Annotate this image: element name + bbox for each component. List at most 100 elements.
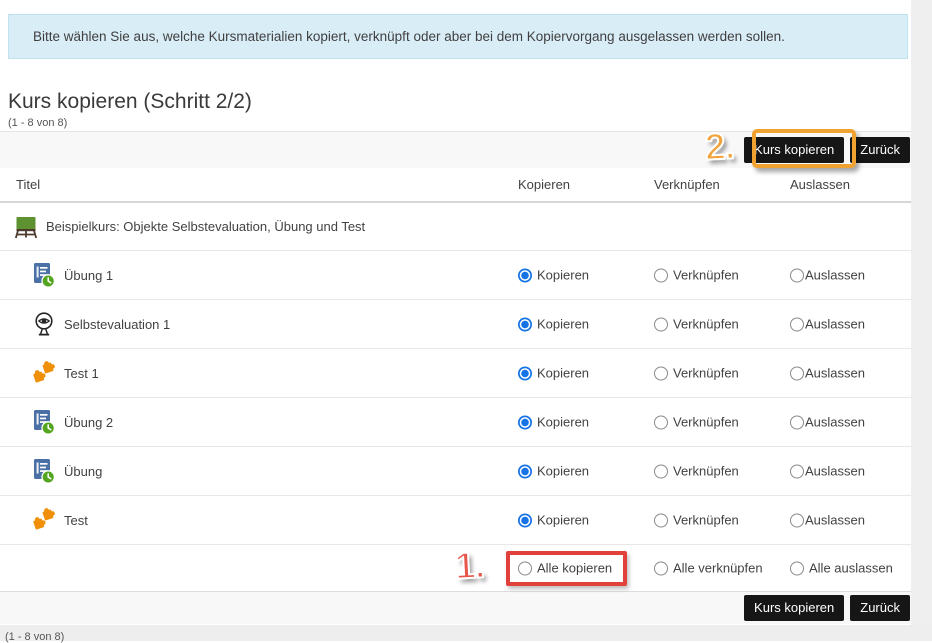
link-option[interactable]: Verknüpfen (654, 366, 739, 381)
pagination-range-bottom: (1 - 8 von 8) (5, 631, 64, 643)
copy-radio[interactable] (518, 464, 532, 478)
omit-radio[interactable] (790, 415, 804, 429)
back-button-bottom[interactable]: Zurück (850, 595, 910, 621)
copy-radio[interactable] (518, 317, 532, 331)
all-copy-label: Alle kopieren (537, 561, 612, 576)
link-option[interactable]: Verknüpfen (654, 415, 739, 430)
test-icon (32, 360, 56, 386)
omit-option-label: Auslassen (805, 317, 865, 332)
exercise-icon (32, 409, 56, 435)
link-option-label: Verknüpfen (673, 268, 739, 283)
copy-option[interactable]: Kopieren (518, 268, 589, 283)
exercise-icon-svg (32, 458, 56, 484)
omit-option[interactable]: Auslassen (790, 464, 865, 479)
toolbar-bottom: Kurs kopieren Zurück (0, 591, 911, 624)
all-link-label: Alle verknüpfen (673, 561, 763, 576)
copy-radio[interactable] (518, 366, 532, 380)
copy-option[interactable]: Kopieren (518, 415, 589, 430)
copy-option-label: Kopieren (537, 415, 589, 430)
copy-option-label: Kopieren (537, 317, 589, 332)
table-row: Übung Kopieren Verknüpfen Auslassen (0, 447, 911, 496)
test-icon (32, 507, 56, 533)
link-radio[interactable] (654, 464, 668, 478)
page-right-gutter (911, 0, 932, 641)
copy-option-label: Kopieren (537, 464, 589, 479)
item-title: Selbstevaluation 1 (64, 317, 170, 332)
link-radio[interactable] (654, 268, 668, 282)
all-omit-option[interactable]: Alle auslassen (790, 561, 893, 576)
copy-option-label: Kopieren (537, 268, 589, 283)
header-kopieren: Kopieren (518, 177, 570, 192)
link-option-label: Verknüpfen (673, 464, 739, 479)
all-copy-option[interactable]: Alle kopieren (518, 561, 612, 576)
omit-option[interactable]: Auslassen (790, 268, 865, 283)
all-link-option[interactable]: Alle verknüpfen (654, 561, 763, 576)
link-option[interactable]: Verknüpfen (654, 317, 739, 332)
link-radio[interactable] (654, 513, 668, 527)
omit-option-label: Auslassen (805, 513, 865, 528)
link-option-label: Verknüpfen (673, 366, 739, 381)
link-option[interactable]: Verknüpfen (654, 268, 739, 283)
copy-option[interactable]: Kopieren (518, 317, 589, 332)
omit-option[interactable]: Auslassen (790, 366, 865, 381)
omit-radio[interactable] (790, 317, 804, 331)
selfevaluation-icon (32, 311, 56, 337)
test-icon-svg (32, 361, 56, 385)
header-verknuepfen: Verknüpfen (654, 177, 720, 192)
table-row: Test Kopieren Verknüpfen Auslassen (0, 496, 911, 545)
copy-radio[interactable] (518, 513, 532, 527)
copy-course-button-top[interactable]: Kurs kopieren (744, 137, 844, 163)
link-option[interactable]: Verknüpfen (654, 464, 739, 479)
selfevaluation-icon-svg (32, 311, 56, 337)
page-bottom-gutter (0, 625, 932, 641)
exercise-icon (32, 262, 56, 288)
item-title: Übung (64, 464, 102, 479)
copy-course-button-bottom[interactable]: Kurs kopieren (744, 595, 844, 621)
omit-option[interactable]: Auslassen (790, 317, 865, 332)
all-link-radio[interactable] (654, 561, 668, 575)
copy-option[interactable]: Kopieren (518, 464, 589, 479)
link-radio[interactable] (654, 415, 668, 429)
item-title: Test (64, 513, 88, 528)
copy-option[interactable]: Kopieren (518, 366, 589, 381)
copy-option-label: Kopieren (537, 513, 589, 528)
course-icon (14, 214, 38, 240)
omit-option[interactable]: Auslassen (790, 513, 865, 528)
header-titel: Titel (16, 177, 40, 192)
link-option-label: Verknüpfen (673, 513, 739, 528)
link-option[interactable]: Verknüpfen (654, 513, 739, 528)
test-icon-svg (32, 508, 56, 532)
omit-option-label: Auslassen (805, 366, 865, 381)
omit-radio[interactable] (790, 366, 804, 380)
copy-radio[interactable] (518, 415, 532, 429)
table-row: Selbstevaluation 1 Kopieren Verknüpfen A… (0, 300, 911, 349)
info-banner-text: Bitte wählen Sie aus, welche Kursmateria… (33, 29, 785, 44)
item-title: Test 1 (64, 366, 99, 381)
course-title: Beispielkurs: Objekte Selbstevaluation, … (46, 219, 365, 234)
link-option-label: Verknüpfen (673, 415, 739, 430)
exercise-icon (32, 458, 56, 484)
pagination-range-top: (1 - 8 von 8) (8, 117, 67, 129)
toolbar-top: Kurs kopieren Zurück (0, 132, 911, 168)
exercise-icon-svg (32, 409, 56, 435)
copy-radio[interactable] (518, 268, 532, 282)
all-omit-label: Alle auslassen (809, 561, 893, 576)
course-icon-svg (15, 215, 37, 239)
copy-option[interactable]: Kopieren (518, 513, 589, 528)
info-banner: Bitte wählen Sie aus, welche Kursmateria… (8, 14, 908, 59)
all-copy-radio[interactable] (518, 561, 532, 575)
exercise-icon-svg (32, 262, 56, 288)
omit-radio[interactable] (790, 268, 804, 282)
omit-option-label: Auslassen (805, 464, 865, 479)
back-button-top[interactable]: Zurück (850, 137, 910, 163)
table-row: Test 1 Kopieren Verknüpfen Auslassen (0, 349, 911, 398)
omit-option-label: Auslassen (805, 415, 865, 430)
all-omit-radio[interactable] (790, 561, 804, 575)
link-radio[interactable] (654, 366, 668, 380)
omit-option[interactable]: Auslassen (790, 415, 865, 430)
omit-radio[interactable] (790, 513, 804, 527)
header-auslassen: Auslassen (790, 177, 850, 192)
item-title: Übung 2 (64, 415, 113, 430)
link-radio[interactable] (654, 317, 668, 331)
omit-radio[interactable] (790, 464, 804, 478)
